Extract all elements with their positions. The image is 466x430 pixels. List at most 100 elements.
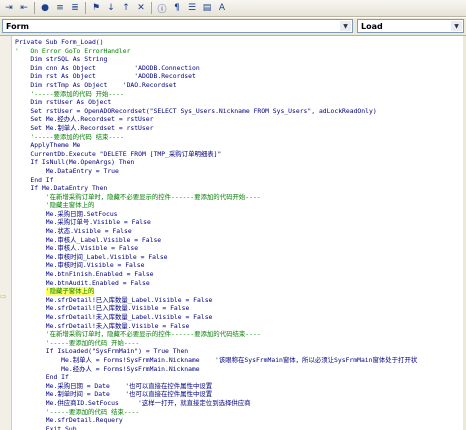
code-line-text: If IsNull(Me.OpenArgs) Then <box>15 158 135 167</box>
complete-word-icon[interactable]: A <box>215 2 229 15</box>
code-window[interactable]: Private Sub Form_Load() ' On Error GoTo E… <box>15 38 466 430</box>
code-comment-line[interactable]: '隐藏子窗体上的 <box>15 287 466 296</box>
code-line[interactable]: End If <box>15 176 466 185</box>
code-line-text: Dim rst As Object 'ADODB.Recordset <box>15 72 196 81</box>
code-line-text: Me.制单人 = Forms!SysFrmMain.Nickname '该眼称在… <box>15 355 418 364</box>
object-combo[interactable]: Form ▼ <box>2 19 353 33</box>
comment-block-icon[interactable]: ≡ <box>53 2 67 15</box>
code-line-text: Me.btnFinish.Enabled = False <box>15 270 154 279</box>
code-line[interactable]: Me.btnFinish.Enabled = False <box>15 270 466 279</box>
code-line[interactable]: Me.制单时间 = Date '也可以直接在控件属性中设置 <box>15 390 466 399</box>
code-line-text: Exit Sub <box>15 424 77 430</box>
code-line-text: Me.审核人_Label.Visible = False <box>15 235 162 244</box>
code-line-text: Dim strSQL As String <box>15 55 108 64</box>
code-line-text: '-----要添加的代码 结束---- <box>15 132 124 141</box>
code-line[interactable]: Me.审核人_Label.Visible = False <box>15 236 466 245</box>
code-line-text: If IsLoaded("SysFrmMain") = True Then <box>15 347 189 356</box>
code-line[interactable]: Me.sfrDetail.Requery <box>15 416 466 425</box>
code-line-text: ApplyTheme Me <box>15 141 81 150</box>
code-line-text: Me.制单时间 = Date '也可以直接在控件属性中设置 <box>15 390 213 399</box>
code-comment-line[interactable]: ' On Error GoTo ErrorHandler <box>15 47 466 56</box>
margin-indicator-bar[interactable] <box>0 36 12 430</box>
code-comment-line[interactable]: '-----要添加的代码 结束---- <box>15 133 466 142</box>
code-line[interactable]: Private Sub Form_Load() <box>15 38 466 47</box>
code-line-text: Me.sfrDetail!未入库数量.Visible = False <box>15 321 190 330</box>
procedure-bar: Form ▼ Load ▼ <box>0 18 466 36</box>
code-line-text: '隐藏主窗体上的 <box>15 201 95 210</box>
procedure-combo[interactable]: Load ▼ <box>357 19 464 33</box>
code-line[interactable]: If Me.DataEntry Then <box>15 184 466 193</box>
code-line[interactable]: Dim strSQL As String <box>15 55 466 64</box>
code-line-text: Me.采购日期.SetFocus <box>15 209 118 218</box>
code-line[interactable]: Me.供应商ID.SetFocus '这样一打开，就直接定位到选择供应商 <box>15 399 466 408</box>
parameter-info-icon[interactable]: ¶ <box>170 2 184 15</box>
code-line-text: Me.供应商ID.SetFocus '这样一打开，就直接定位到选择供应商 <box>15 398 251 407</box>
code-comment-line[interactable]: '隐藏主窗体上的 <box>15 201 466 210</box>
code-comment-line[interactable]: '在新增采购订单时，隐藏不必要显示的控件------要添加的代码结束---- <box>15 330 466 339</box>
code-line-text: End If <box>15 373 69 382</box>
code-line-text: Dim rstUser As Object <box>15 98 112 107</box>
code-comment-line[interactable]: '-----要添加的代码 开始---- <box>15 90 466 99</box>
outdent-icon[interactable]: ⇤ <box>17 2 31 15</box>
toggle-breakpoint-icon[interactable]: ● <box>38 2 52 15</box>
code-line-text: '隐藏子窗体上的 <box>15 287 95 296</box>
code-line[interactable]: Me.制单人 = Forms!SysFrmMain.Nickname '该眼称在… <box>15 356 466 365</box>
code-line[interactable]: Me.状态.Visible = False <box>15 227 466 236</box>
code-line-text: Set Me.制单人.Recordset = rstUser <box>15 123 154 132</box>
list-constants-icon[interactable]: ▤ <box>200 2 214 15</box>
code-line-text: If Me.DataEntry Then <box>15 184 108 193</box>
code-line-text: Me.审核时间_Label.Visible = False <box>15 252 168 261</box>
code-line[interactable]: Dim rst As Object 'ADODB.Recordset <box>15 72 466 81</box>
code-line-text: CurrentDb.Execute "DELETE FROM [TMP_采购订单… <box>15 149 222 158</box>
code-line-text: '-----要添加的代码 开始---- <box>15 338 140 347</box>
quick-info-icon[interactable]: ⓘ <box>155 2 169 15</box>
code-line-text: Me.状态.Visible = False <box>15 227 132 236</box>
code-line[interactable]: Me.DataEntry = True <box>15 167 466 176</box>
code-line[interactable]: ApplyTheme Me <box>15 141 466 150</box>
uncomment-block-icon[interactable]: ≣ <box>68 2 82 15</box>
toolbar-separator <box>85 2 86 14</box>
code-line[interactable]: If IsNull(Me.OpenArgs) Then <box>15 158 466 167</box>
code-line-text: Me.采购日期 = Date '也可以直接在控件属性中设置 <box>15 381 213 390</box>
code-line-text: Set Me.经办人.Recordset = rstUser <box>15 115 154 124</box>
code-line[interactable]: End If <box>15 373 466 382</box>
execution-point-arrow-icon: ⇨ <box>0 292 7 301</box>
code-line[interactable]: Me.采购订单号.Visible = False <box>15 218 466 227</box>
list-members-icon[interactable]: ☰ <box>185 2 199 15</box>
code-line[interactable]: If IsLoaded("SysFrmMain") = True Then <box>15 347 466 356</box>
code-line-text: Me.审核人.Visible = False <box>15 244 139 253</box>
next-bookmark-icon[interactable]: ↓ <box>104 2 118 15</box>
toolbar-separator <box>151 2 152 14</box>
code-comment-line[interactable]: '在新增采购订单时，隐藏不必要显示的控件------要添加的代码开始---- <box>15 193 466 202</box>
code-line[interactable]: Me.经办人 = Forms!SysFrmMain.Nickname <box>15 365 466 374</box>
chevron-down-icon[interactable]: ▼ <box>340 21 351 31</box>
code-line-text: '-----要添加的代码 开始---- <box>15 89 124 98</box>
code-line-text: ' On Error GoTo ErrorHandler <box>15 46 131 55</box>
code-line[interactable]: Me.btnAudit.Enabled = False <box>15 279 466 288</box>
code-line[interactable]: Dim rstUser As Object <box>15 98 466 107</box>
code-line-text: '在新增采购订单时，隐藏不必要显示的控件------要添加的代码开始---- <box>15 192 261 201</box>
code-line[interactable]: Me.审核人.Visible = False <box>15 244 466 253</box>
code-line-text: Me.sfrDetail!已入库数量_Label.Visible = False <box>15 295 213 304</box>
indent-icon[interactable]: ⇥ <box>2 2 16 15</box>
toggle-bookmark-icon[interactable]: ⚑ <box>89 2 103 15</box>
code-line[interactable]: Me.sfrDetail!未入库数量_Label.Visible = False <box>15 313 466 322</box>
code-line-text: '在新增采购订单时，隐藏不必要显示的控件------要添加的代码结束---- <box>15 330 261 339</box>
previous-bookmark-icon[interactable]: ↑ <box>119 2 133 15</box>
code-line[interactable]: Set Me.制单人.Recordset = rstUser <box>15 124 466 133</box>
code-comment-line[interactable]: '-----要添加的代码 结束---- <box>15 408 466 417</box>
code-line-text: End If <box>15 175 54 184</box>
code-line-text: Me.采购订单号.Visible = False <box>15 218 151 227</box>
code-line[interactable]: Set Me.经办人.Recordset = rstUser <box>15 115 466 124</box>
code-line-text: '-----要添加的代码 结束---- <box>15 407 140 416</box>
code-line-text: Me.经办人 = Forms!SysFrmMain.Nickname <box>15 364 200 373</box>
edit-toolbar: ⇥ ⇤ ● ≡ ≣ ⚑ ↓ ↑ ✕ ⓘ ¶ ☰ ▤ A <box>0 0 466 17</box>
code-line[interactable]: Dim rstTmp As Object 'DAO.Recordset <box>15 81 466 90</box>
chevron-down-icon[interactable]: ▼ <box>451 21 462 31</box>
code-line[interactable]: Me.sfrDetail!未入库数量.Visible = False <box>15 322 466 331</box>
code-line[interactable]: Me.审核时间.Visible = False <box>15 261 466 270</box>
clear-bookmarks-icon[interactable]: ✕ <box>134 2 148 15</box>
code-line[interactable]: Me.sfrDetail!已入库数量.Visible = False <box>15 304 466 313</box>
code-line-text: Me.DataEntry = True <box>15 166 119 175</box>
code-line[interactable]: Exit Sub <box>15 425 466 430</box>
